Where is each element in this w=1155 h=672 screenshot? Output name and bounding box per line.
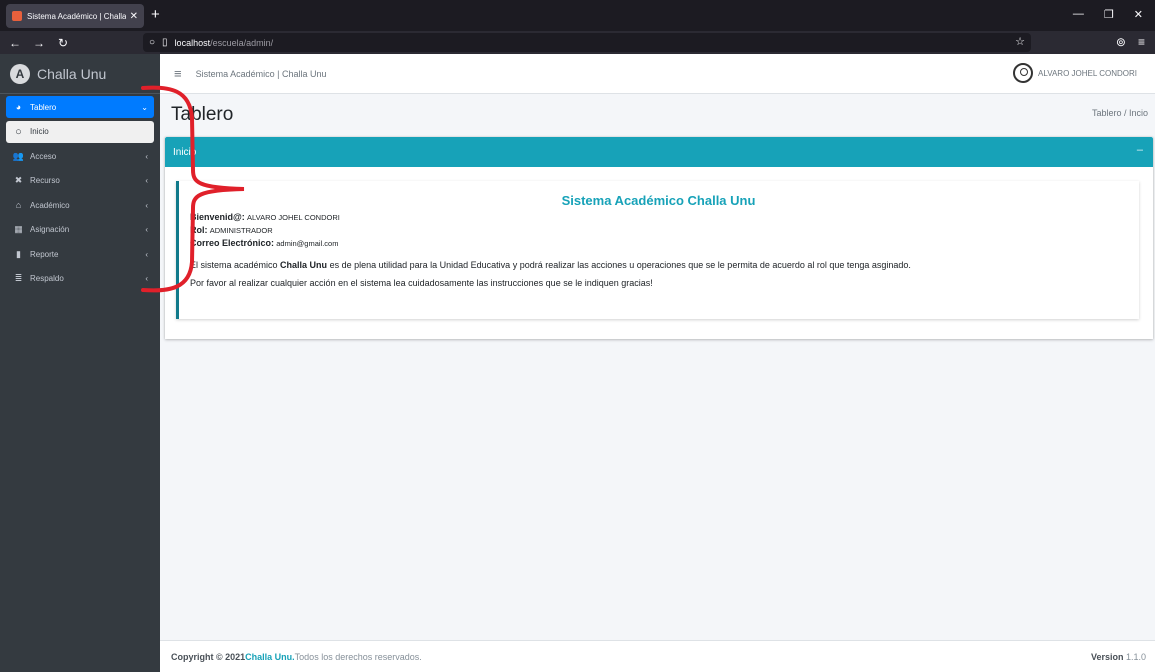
chevron-down-icon: ⌄ [141,102,148,112]
main-content: Tablero Tablero / Incio Inicio – Sistema… [160,94,1155,640]
chevron-left-icon: ‹ [145,200,148,210]
footer-brand-link[interactable]: Challa Unu. [245,652,295,662]
chevron-left-icon: ‹ [145,176,148,185]
sidebar-item-inicio[interactable]: ○ Inicio [6,120,154,143]
user-circle-icon [1013,63,1034,83]
version-text: Version 1.1.0 [1091,652,1146,662]
sidebar-item-label: Reporte [30,249,59,259]
new-tab-icon[interactable]: + [151,6,160,23]
back-icon[interactable]: ← [6,36,24,50]
close-window-icon[interactable]: ✕ [1134,8,1143,21]
database-icon: ≣ [14,273,23,283]
tab-title: Sistema Académico | Challa Un [27,11,126,21]
sidebar-item-asignacion[interactable]: ▦ Asignación ‹ [6,219,154,241]
sidebar-item-label: Inicio [30,127,49,136]
top-title[interactable]: Sistema Académico | Challa Unu [196,69,327,79]
email-label: Correo Electrónico: [190,238,275,248]
app: A Challa Unu ◕ Tablero ⌄ ○ Inicio 👥 Acce… [0,54,1155,672]
callout-title: Sistema Académico Challa Unu [561,193,756,208]
browser-tab[interactable]: Sistema Académico | Challa Un ✕ [6,4,144,28]
description-paragraph: El sistema académico Challa Unu es de pl… [190,260,1127,271]
sidebar-item-label: Recurso [30,176,60,185]
page-icon: ▯ [162,37,168,48]
welcome-callout: Sistema Académico Challa Unu Bienvenid@:… [176,181,1139,319]
maximize-icon[interactable]: ❐ [1104,8,1114,21]
dashboard-icon: ◕ [15,102,22,112]
sidebar-item-tablero[interactable]: ◕ Tablero ⌄ [6,96,154,118]
brand[interactable]: A Challa Unu [0,54,160,94]
card-header: Inicio – [165,137,1153,167]
sidebar: A Challa Unu ◕ Tablero ⌄ ○ Inicio 👥 Acce… [0,54,160,672]
tools-icon: ✖ [14,175,23,185]
sidebar-item-reporte[interactable]: ▮ Reporte ‹ [6,243,154,265]
rights-text: Todos los derechos reservados. [294,651,422,662]
sidebar-item-label: Respaldo [30,274,64,283]
sidebar-item-label: Asignación [30,225,70,234]
version-value: 1.1.0 [1123,652,1146,662]
sidebar-item-respaldo[interactable]: ≣ Respaldo ‹ [6,268,154,290]
breadcrumb[interactable]: Tablero / Incio [1092,108,1148,118]
sidebar-item-recurso[interactable]: ✖ Recurso ‹ [6,170,154,192]
version-label: Version [1090,652,1124,662]
footer: Copyright © 2021 Challa Unu. Todos los d… [160,640,1155,672]
browser-tab-bar: Sistema Académico | Challa Un ✕ + — ❐ ✕ [0,0,1155,31]
email-row: Correo Electrónico: admin@gmail.com [190,238,1127,248]
menu-icon[interactable]: ≡ [1138,35,1145,49]
reload-icon[interactable]: ↻ [54,36,72,50]
url-host: localhost [174,37,211,48]
chevron-left-icon: ‹ [145,225,148,234]
instructions-paragraph: Por favor al realizar cualquier acción e… [190,278,653,288]
collapse-button[interactable]: – [1137,144,1143,156]
copyright-text: Copyright © 2021 [171,651,246,662]
inicio-card: Inicio – Sistema Académico Challa Unu Bi… [165,137,1153,339]
email-value: admin@gmail.com [276,239,339,248]
user-name: ALVARO JOHEL CONDORI [1038,68,1137,78]
top-navbar: ≡ Sistema Académico | Challa Unu ALVARO … [160,54,1155,94]
users-icon: 👥 [12,150,25,161]
welcome-value: ALVARO JOHEL CONDORI [247,213,340,222]
page-title: Tablero [171,104,234,125]
hamburger-icon[interactable]: ≡ [174,66,182,81]
sidebar-item-academico[interactable]: ⌂ Académico ‹ [6,194,154,216]
favicon-icon [12,11,22,21]
chevron-left-icon: ‹ [145,249,148,259]
forward-icon[interactable]: → [30,36,48,50]
rol-label: Rol: [190,225,208,235]
user-menu[interactable]: ALVARO JOHEL CONDORI [1013,63,1137,83]
close-tab-icon[interactable]: ✕ [130,11,138,22]
brand-text: Challa Unu [37,65,107,82]
rol-row: Rol: ADMINISTRADOR [190,225,1127,235]
welcome-label: Bienvenid@: [190,212,245,222]
shield-icon: ○ [149,37,156,48]
sidebar-menu: ◕ Tablero ⌄ ○ Inicio 👥 Acceso ‹ ✖ Recurs… [0,94,160,294]
bookmark-star-icon[interactable]: ☆ [1015,35,1025,48]
welcome-row: Bienvenid@: ALVARO JOHEL CONDORI [190,212,1127,222]
brand-logo-icon: A [10,63,30,84]
sitemap-icon: ▦ [14,224,23,234]
circle-icon: ○ [15,125,22,138]
para1-post: es de plena utilidad para la Unidad Educ… [327,260,911,270]
minimize-icon[interactable]: — [1073,8,1084,21]
url-path: /escuela/admin/ [210,37,274,48]
rol-value: ADMINISTRADOR [209,226,273,235]
school-icon: ⌂ [15,200,22,210]
chevron-left-icon: ‹ [145,274,148,283]
card-title: Inicio [173,146,197,158]
url-bar[interactable]: ○ ▯ localhost/escuela/admin/ ☆ [143,33,1031,52]
file-icon: ▮ [16,248,21,259]
para1-pre: El sistema académico [190,260,281,270]
window-controls: — ❐ ✕ [1073,8,1143,21]
sidebar-item-label: Acceso [30,151,57,161]
para1-bold: Challa Unu [280,260,328,270]
sidebar-item-label: Académico [30,200,70,210]
sidebar-item-acceso[interactable]: 👥 Acceso ‹ [6,145,154,167]
sidebar-item-label: Tablero [30,102,57,112]
browser-nav-bar: ← → ↻ ○ ▯ localhost/escuela/admin/ ☆ ⊚ ≡ [0,31,1155,54]
pocket-icon[interactable]: ⊚ [1116,35,1126,49]
chevron-left-icon: ‹ [145,151,148,161]
